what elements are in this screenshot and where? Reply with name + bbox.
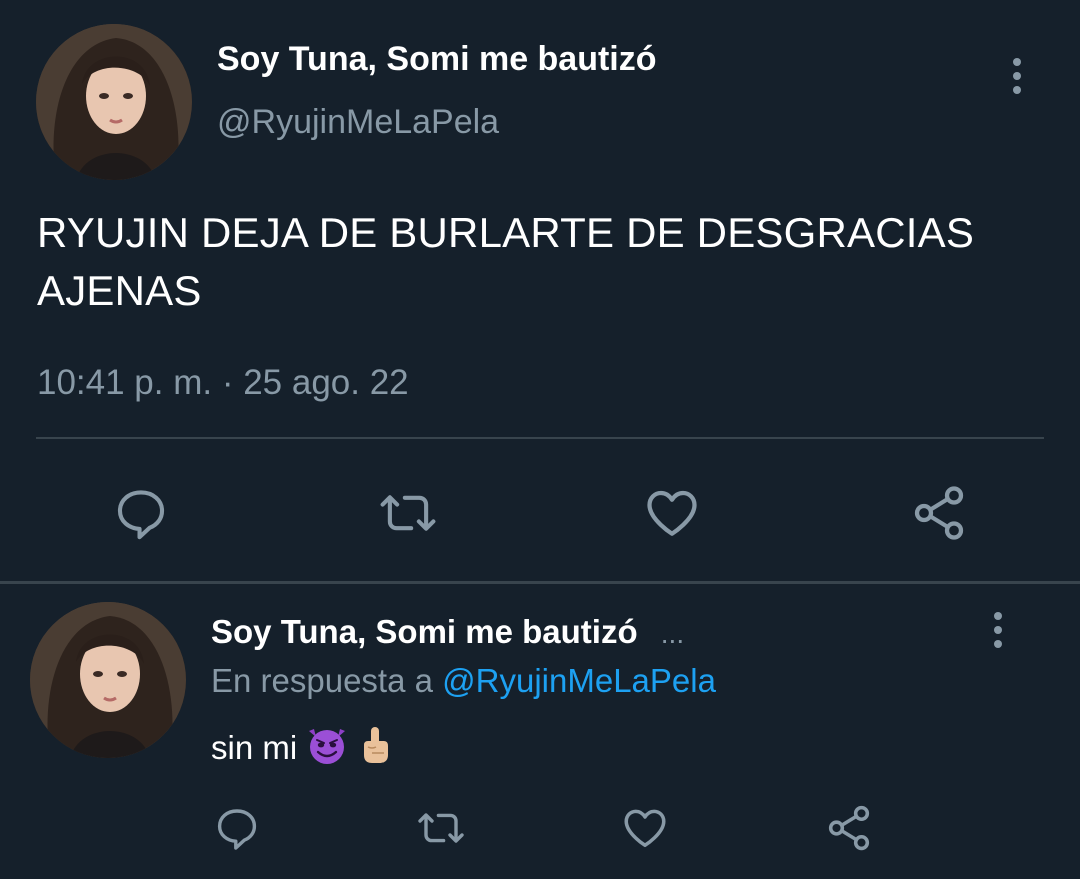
share-icon xyxy=(828,805,870,851)
main-retweet-button[interactable] xyxy=(370,478,446,548)
main-share-button[interactable] xyxy=(904,478,974,548)
share-icon xyxy=(914,486,964,540)
main-display-name[interactable]: Soy Tuna, Somi me bautizó xyxy=(217,40,657,79)
reply-reply-button[interactable] xyxy=(208,800,266,856)
reply-to-mention[interactable]: @RyujinMeLaPela xyxy=(442,662,716,699)
main-avatar[interactable] xyxy=(36,24,192,180)
main-divider xyxy=(36,437,1044,439)
heart-icon xyxy=(647,490,697,536)
comment-icon xyxy=(117,490,165,540)
reply-name-overflow: ... xyxy=(660,618,685,649)
reply-display-name-text: Soy Tuna, Somi me bautizó xyxy=(211,613,638,650)
reply-tweet-text: sin mi xyxy=(211,725,392,773)
reply-display-name[interactable]: Soy Tuna, Somi me bautizó ... xyxy=(211,613,684,651)
reply-more-icon[interactable] xyxy=(990,612,1006,648)
reply-to-line: En respuesta a @RyujinMeLaPela xyxy=(211,662,716,700)
main-like-button[interactable] xyxy=(637,478,707,548)
reply-to-prefix: En respuesta a xyxy=(211,662,433,699)
retweet-icon xyxy=(418,813,464,843)
main-more-icon[interactable] xyxy=(1009,58,1025,94)
reply-text-content: sin mi xyxy=(211,729,298,766)
main-tweet-text: RYUJIN DEJA DE BURLARTE DE DESGRACIAS AJ… xyxy=(37,204,1057,320)
heart-icon xyxy=(624,809,666,848)
main-tweet-text-line1: RYUJIN DEJA DE BURLARTE DE DESGRACIAS xyxy=(37,209,975,256)
tweet-separator xyxy=(0,581,1080,584)
reply-avatar[interactable] xyxy=(30,602,186,758)
index-pointing-up-emoji-icon xyxy=(358,725,392,773)
main-reply-button[interactable] xyxy=(106,478,176,548)
reply-share-button[interactable] xyxy=(820,800,878,856)
main-timestamp[interactable]: 10:41 p. m. · 25 ago. 22 xyxy=(37,363,409,403)
retweet-icon xyxy=(380,495,436,531)
reply-like-button[interactable] xyxy=(616,800,674,856)
main-tweet-text-line2: AJENAS xyxy=(37,267,202,314)
reply-retweet-button[interactable] xyxy=(410,800,472,856)
smiling-devil-emoji-icon xyxy=(306,725,348,773)
comment-icon xyxy=(217,809,257,850)
main-handle[interactable]: @RyujinMeLaPela xyxy=(217,103,499,142)
